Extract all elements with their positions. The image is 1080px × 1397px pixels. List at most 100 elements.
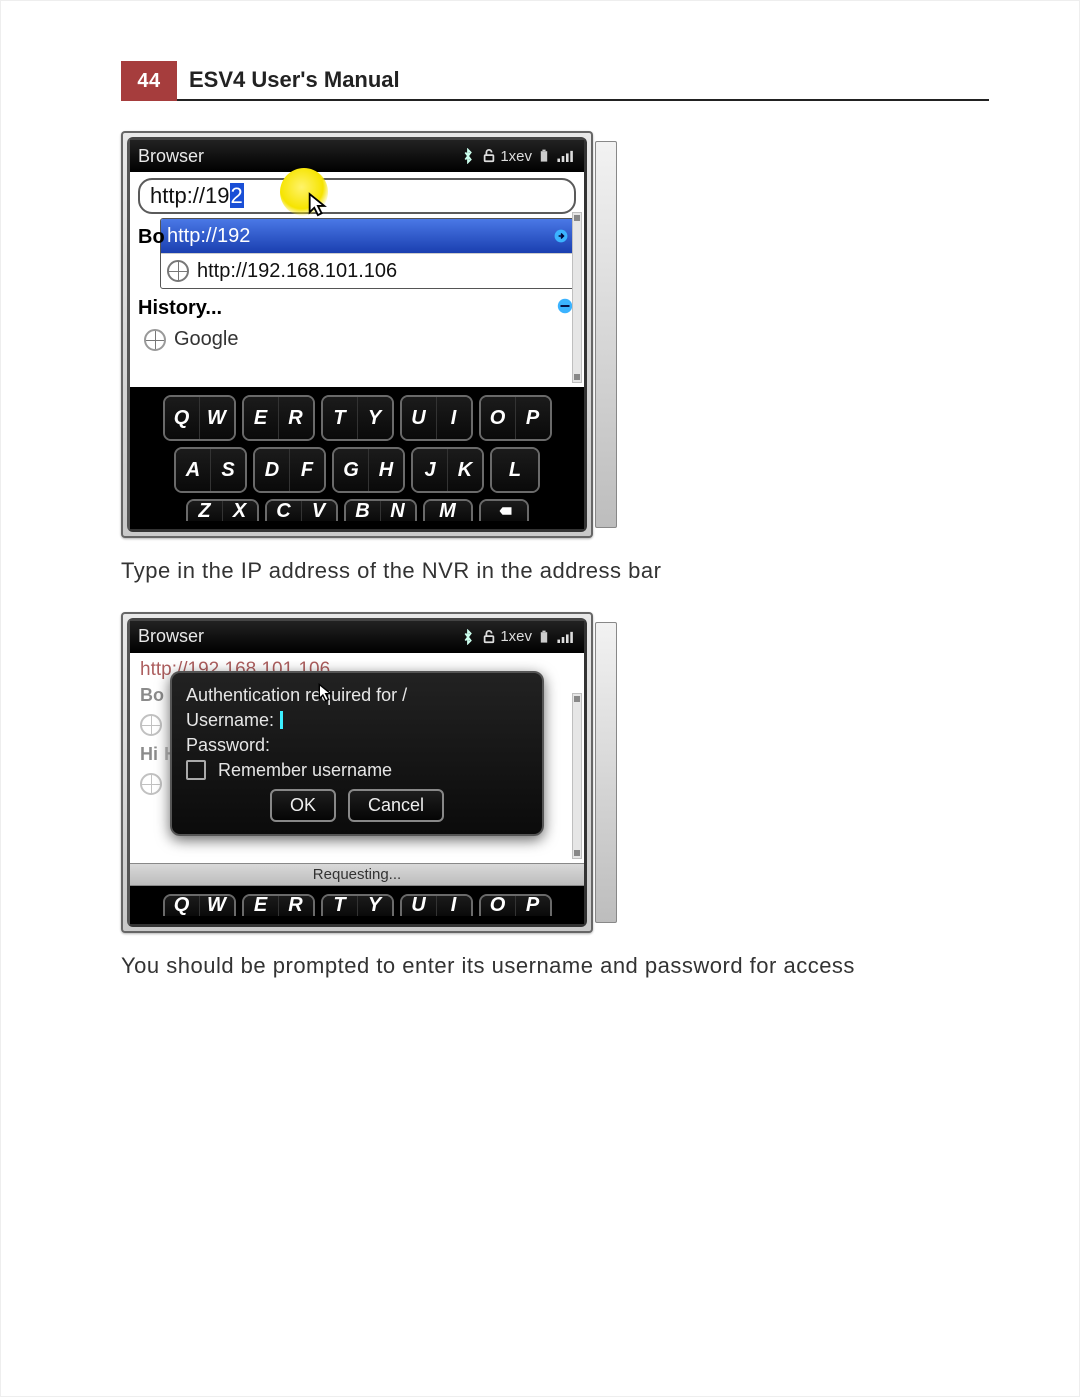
- app-title: Browser: [138, 146, 454, 167]
- key-h[interactable]: H: [369, 449, 403, 491]
- key-e[interactable]: E: [244, 397, 279, 439]
- virtual-keyboard: QW ER TY UI OP AS DF GH JK L ZX CV BN: [130, 387, 584, 529]
- keyboard-row-3-partial: ZX CV BN M: [136, 499, 578, 521]
- lock-open-icon: [482, 149, 496, 163]
- key-backspace[interactable]: [481, 501, 527, 521]
- key-y[interactable]: Y: [358, 397, 392, 439]
- key-q[interactable]: Q: [165, 896, 200, 916]
- keyboard-row-1: QW ER TY UI OP: [136, 395, 578, 441]
- key-d[interactable]: D: [255, 449, 290, 491]
- key-x[interactable]: X: [223, 501, 257, 521]
- key-v[interactable]: V: [302, 501, 336, 521]
- scrollbar[interactable]: [572, 212, 582, 383]
- key-c[interactable]: C: [267, 501, 302, 521]
- history-section-label[interactable]: History...: [130, 289, 584, 324]
- address-typed: http://19: [150, 183, 230, 208]
- key-e[interactable]: E: [244, 896, 279, 916]
- key-w[interactable]: W: [200, 896, 234, 916]
- auth-remember-row[interactable]: Remember username: [186, 760, 528, 781]
- key-p[interactable]: P: [516, 896, 550, 916]
- browser-panel-dimmed: http://192.168.101.106 Bo Home (BlackBer…: [130, 653, 584, 863]
- key-b[interactable]: B: [346, 501, 381, 521]
- key-q[interactable]: Q: [165, 397, 200, 439]
- virtual-keyboard: QW ER TY UI OP: [130, 886, 584, 924]
- status-bar: Browser 1xev: [130, 621, 584, 653]
- bluetooth-icon: [462, 629, 474, 645]
- checkbox-icon[interactable]: [186, 760, 206, 780]
- key-i[interactable]: I: [437, 896, 471, 916]
- key-n[interactable]: N: [381, 501, 415, 521]
- address-bar-input[interactable]: http://192: [138, 178, 576, 214]
- cancel-button[interactable]: Cancel: [348, 789, 444, 822]
- key-w[interactable]: W: [200, 397, 234, 439]
- history-item-text: Google: [174, 328, 239, 351]
- key-o[interactable]: O: [481, 896, 516, 916]
- auth-username-row: Username:: [186, 710, 528, 731]
- browser-panel: http://192 Bo http://192: [130, 172, 584, 387]
- history-item[interactable]: Google: [130, 324, 584, 361]
- cursor-pointer-icon: [316, 683, 334, 703]
- text-caret-icon: [280, 711, 283, 729]
- signal-bars-icon: [556, 631, 576, 643]
- suggestion-item[interactable]: http://192.168.101.106: [161, 254, 577, 288]
- bluetooth-icon: [462, 148, 474, 164]
- battery-icon: [540, 149, 548, 163]
- status-bar: Browser 1xev: [130, 140, 584, 172]
- manual-page: 44 ESV4 User's Manual Browser: [0, 0, 1080, 1397]
- key-o[interactable]: O: [481, 397, 516, 439]
- key-i[interactable]: I: [437, 397, 471, 439]
- suggestion-text: http://192.168.101.106: [197, 260, 397, 283]
- arrow-go-icon[interactable]: [551, 226, 571, 246]
- address-bar-wrap: http://192: [130, 172, 584, 214]
- key-r[interactable]: R: [279, 397, 313, 439]
- key-f[interactable]: F: [290, 449, 324, 491]
- ok-button[interactable]: OK: [270, 789, 336, 822]
- suggestion-text: http://192: [167, 225, 250, 248]
- key-y[interactable]: Y: [358, 896, 392, 916]
- network-label: 1xev: [500, 628, 532, 645]
- address-selected-char: 2: [230, 183, 244, 208]
- lock-open-icon: [482, 630, 496, 644]
- suggestion-item-selected[interactable]: http://192: [161, 219, 577, 254]
- remember-label: Remember username: [218, 760, 392, 781]
- battery-icon: [540, 630, 548, 644]
- history-label-text: History...: [138, 297, 222, 319]
- signal-bars-icon: [556, 150, 576, 162]
- key-g[interactable]: G: [334, 449, 369, 491]
- manual-title: ESV4 User's Manual: [177, 61, 989, 101]
- key-t[interactable]: T: [323, 896, 358, 916]
- app-title: Browser: [138, 626, 454, 647]
- key-m[interactable]: M: [425, 501, 471, 521]
- auth-password-row: Password:: [186, 735, 528, 756]
- suggestion-list: http://192 http://192.168.101.106: [160, 218, 578, 289]
- key-s[interactable]: S: [211, 449, 245, 491]
- key-u[interactable]: U: [402, 896, 437, 916]
- key-a[interactable]: A: [176, 449, 211, 491]
- caption-2: You should be prompted to enter its user…: [121, 951, 989, 981]
- page-number-badge: 44: [121, 61, 177, 101]
- globe-icon: [167, 260, 189, 282]
- key-u[interactable]: U: [402, 397, 437, 439]
- key-r[interactable]: R: [279, 896, 313, 916]
- phone-side-bezel: [595, 141, 617, 528]
- key-l[interactable]: L: [492, 449, 538, 491]
- auth-dialog: Authentication required for / Username: …: [170, 671, 544, 836]
- key-j[interactable]: J: [413, 449, 448, 491]
- key-t[interactable]: T: [323, 397, 358, 439]
- keyboard-row-2: AS DF GH JK L: [136, 447, 578, 493]
- bookmarks-tag: Bo: [138, 226, 165, 249]
- scrollbar[interactable]: [572, 693, 582, 859]
- globe-icon: [144, 329, 166, 351]
- requesting-status: Requesting...: [130, 863, 584, 886]
- key-z[interactable]: Z: [188, 501, 223, 521]
- globe-icon: [140, 773, 162, 795]
- caption-1: Type in the IP address of the NVR in the…: [121, 556, 989, 586]
- globe-icon: [140, 714, 162, 736]
- key-k[interactable]: K: [448, 449, 482, 491]
- username-label: Username:: [186, 710, 274, 731]
- page-header: 44 ESV4 User's Manual: [121, 61, 989, 101]
- key-p[interactable]: P: [516, 397, 550, 439]
- screenshot-1: Browser 1xev: [121, 131, 593, 538]
- phone-body: Browser 1xev: [127, 618, 587, 927]
- phone-side-bezel: [595, 622, 617, 923]
